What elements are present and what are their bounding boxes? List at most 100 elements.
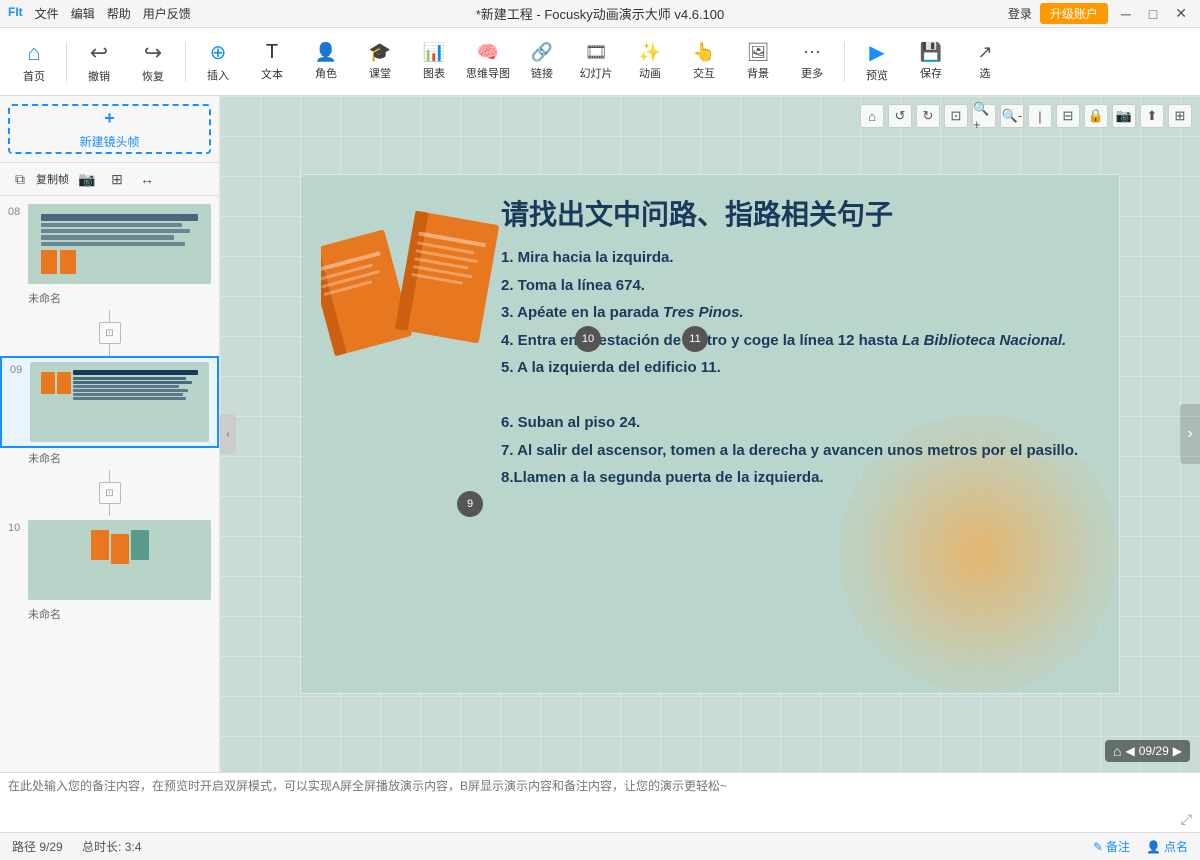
canvas-zoom-in-btn[interactable]: 🔍+ [972, 104, 996, 128]
collapse-panel-button[interactable]: ‹ [220, 414, 236, 454]
badge-10-label: 10 [582, 333, 594, 345]
canvas-frame-btn[interactable]: ⊡ [944, 104, 968, 128]
canvas-zoom-out-btn[interactable]: 🔍- [1000, 104, 1024, 128]
toolbar-interact[interactable]: 👆 交互 [678, 32, 730, 92]
toolbar-insert[interactable]: ⊕ 插入 [192, 32, 244, 92]
toolbar-more-label: 更多 [801, 65, 823, 81]
panel-right-arrow[interactable]: › [1180, 404, 1200, 464]
grid-button[interactable]: ⊞ [105, 167, 129, 191]
toolbar-select-label: 选 [980, 65, 991, 81]
toolbar-text[interactable]: T 文本 [246, 32, 298, 92]
canvas-export-btn[interactable]: ⬆ [1140, 104, 1164, 128]
statusbar-right: ✎ 备注 👤 点名 [1093, 838, 1188, 855]
slide-item-9[interactable]: 09 [0, 356, 219, 448]
slide-num-8: 08 [8, 204, 28, 218]
toolbar-more[interactable]: ⋯ 更多 [786, 32, 838, 92]
toolbar-save[interactable]: 💾 保存 [905, 32, 957, 92]
note-button[interactable]: ✎ 备注 [1093, 838, 1130, 855]
canvas-photo-btn[interactable]: 📷 [1112, 104, 1136, 128]
nav-home-button[interactable]: ⌂ [1113, 743, 1121, 759]
toolbar-select[interactable]: ↗ 选 [959, 32, 1011, 92]
nav-next-button[interactable]: ▶ [1173, 744, 1182, 758]
toolbar-undo[interactable]: ↩ 撤销 [73, 32, 125, 92]
toolbar-separator-3 [844, 42, 845, 82]
canvas-lock-btn[interactable]: 🔒 [1084, 104, 1108, 128]
toolbar-classroom-label: 课堂 [369, 65, 391, 81]
interact-icon: 👆 [693, 42, 715, 63]
slide-item-8[interactable]: 08 [0, 200, 219, 288]
main-area: + 新建镜头帧 ⧉ 复制帧 📷 ⊞ ↔ [0, 96, 1200, 772]
select-icon: ↗ [977, 42, 992, 63]
toolbar-classroom[interactable]: 🎓 课堂 [354, 32, 406, 92]
badge-9-label: 9 [467, 498, 473, 510]
titlebar-right: 登录 升级账户 ─ □ ✕ [1008, 3, 1192, 24]
toolbar: ⌂ 首页 ↩ 撤销 ↪ 恢复 ⊕ 插入 T 文本 👤 角色 🎓 课堂 📊 图表 … [0, 28, 1200, 96]
notes-expand-button[interactable]: ⤢ [1181, 811, 1192, 828]
toolbar-chart[interactable]: 📊 图表 [408, 32, 460, 92]
badge-11-label: 11 [689, 333, 700, 345]
slide-list: 08 [0, 196, 219, 772]
statusbar-left: 路径 9/29 总时长: 3:4 [12, 838, 141, 855]
canvas-home-btn[interactable]: ⌂ [860, 104, 884, 128]
toolbar-animation[interactable]: ✨ 动画 [624, 32, 676, 92]
toolbar-link-label: 链接 [531, 65, 553, 81]
chart-icon: 📊 [423, 42, 445, 63]
login-button[interactable]: 登录 [1008, 5, 1032, 22]
slide-content[interactable]: 请找出文中问路、指路相关句子 1. Mira hacia la izquirda… [300, 174, 1120, 694]
canvas-area[interactable]: ⌂ ↺ ↻ ⊡ 🔍+ 🔍- | ⊟ 🔒 📷 ⬆ ⊞ [220, 96, 1200, 772]
restore-button[interactable]: □ [1144, 6, 1162, 22]
new-frame-button[interactable]: + 新建镜头帧 [8, 104, 211, 154]
toolbar-character[interactable]: 👤 角色 [300, 32, 352, 92]
slide-line-2: 2. Toma la línea 674. [501, 273, 1099, 299]
slide-num-9: 09 [10, 362, 30, 376]
point-icon: 👤 [1146, 840, 1161, 854]
toolbar-redo-label: 恢复 [142, 68, 164, 84]
canvas-rotate-left-btn[interactable]: ↺ [888, 104, 912, 128]
animation-icon: ✨ [639, 42, 661, 63]
connector-line-4 [109, 504, 110, 516]
connector-line-2 [109, 344, 110, 356]
point-button[interactable]: 👤 点名 [1146, 838, 1188, 855]
copy-frame-button[interactable]: ⧉ [8, 167, 32, 191]
flip-button[interactable]: ↔ [135, 167, 159, 191]
toolbar-undo-label: 撤销 [88, 68, 110, 84]
canvas-rotate-right-btn[interactable]: ↻ [916, 104, 940, 128]
close-button[interactable]: ✕ [1170, 5, 1192, 22]
slideshow-icon: 🎞 [585, 42, 608, 63]
camera-button[interactable]: 📷 [75, 167, 99, 191]
window-title: *新建工程 - Focusky动画演示大师 v4.6.100 [476, 4, 725, 23]
minimize-button[interactable]: ─ [1116, 6, 1136, 22]
menu-file[interactable]: 文件 [35, 5, 59, 22]
menu-edit[interactable]: 编辑 [71, 5, 95, 22]
toolbar-mindmap[interactable]: 🧠 思维导图 [462, 32, 514, 92]
notes-input[interactable] [8, 777, 1192, 828]
toolbar-slideshow[interactable]: 🎞 幻灯片 [570, 32, 622, 92]
slide-item-10[interactable]: 10 [0, 516, 219, 604]
toolbar-background[interactable]: 🖼 背景 [732, 32, 784, 92]
toolbar-preview[interactable]: ▶ 预览 [851, 32, 903, 92]
copy-icon: ⧉ [15, 171, 25, 188]
toolbar-redo[interactable]: ↪ 恢复 [127, 32, 179, 92]
upgrade-button[interactable]: 升级账户 [1040, 3, 1108, 24]
toolbar-home-label: 首页 [23, 68, 45, 84]
slide-thumb-9 [30, 362, 209, 442]
text-icon: T [266, 41, 278, 64]
canvas-grid-btn[interactable]: ⊟ [1056, 104, 1080, 128]
canvas-fit-btn[interactable]: ⊞ [1168, 104, 1192, 128]
book-illustration [321, 205, 501, 455]
toolbar-link[interactable]: 🔗 链接 [516, 32, 568, 92]
menu-help[interactable]: 帮助 [107, 5, 131, 22]
connector-8-9: ⊡ [0, 310, 219, 356]
new-frame-area: + 新建镜头帧 [0, 96, 219, 163]
thumbnail-toolbar: ⧉ 复制帧 📷 ⊞ ↔ [0, 163, 219, 196]
bottom-navigation: ⌂ ◀ 09/29 ▶ [1105, 740, 1190, 762]
nav-prev-button[interactable]: ◀ [1126, 744, 1135, 758]
toolbar-home[interactable]: ⌂ 首页 [8, 32, 60, 92]
collapse-icon: ‹ [226, 429, 229, 440]
menu-feedback[interactable]: 用户反馈 [143, 5, 191, 22]
toolbar-slideshow-label: 幻灯片 [580, 65, 613, 81]
total-duration: 总时长: 3:4 [82, 840, 141, 854]
connector-line-1 [109, 310, 110, 322]
connector-icon-1: ⊡ [99, 322, 121, 344]
slide-thumb-10 [28, 520, 211, 600]
